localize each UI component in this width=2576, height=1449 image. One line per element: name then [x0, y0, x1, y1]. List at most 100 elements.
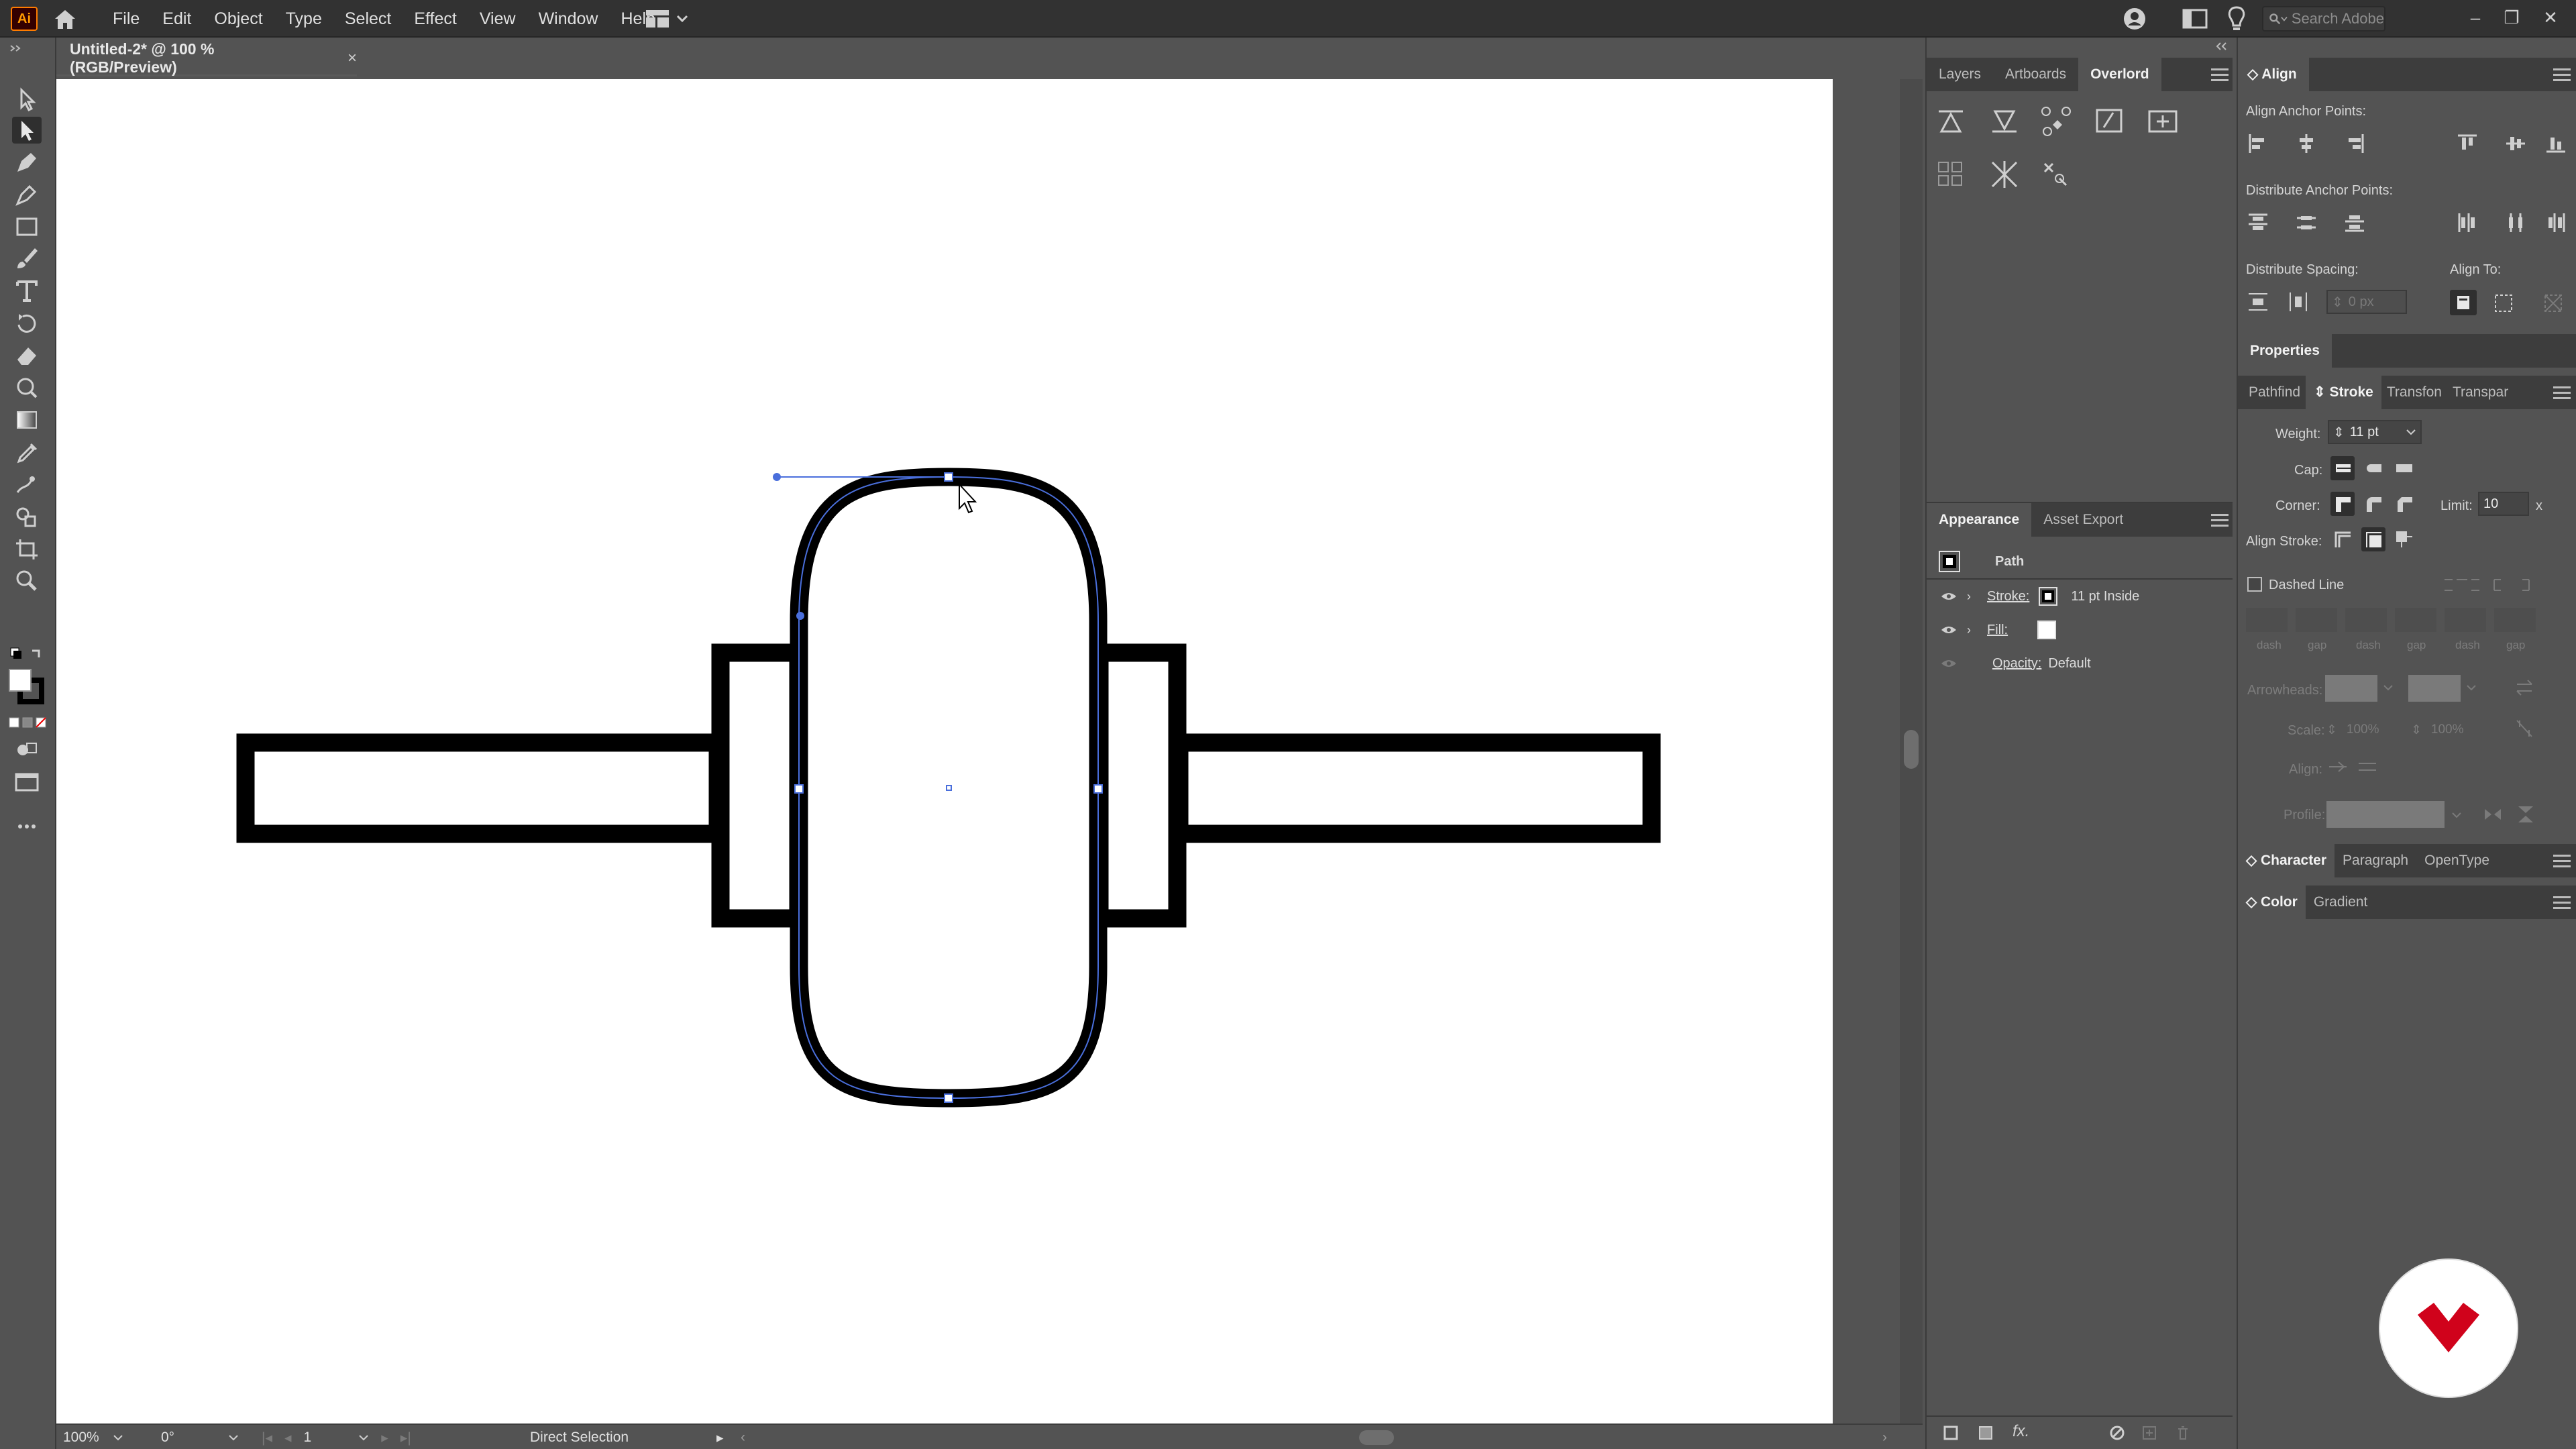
next-artboard-icon[interactable]: ▸ — [381, 1430, 388, 1446]
pen-tool-icon[interactable] — [12, 149, 42, 176]
close-tab-icon[interactable]: × — [347, 49, 357, 68]
artwork[interactable] — [56, 79, 1833, 1425]
overlord-pick-icon[interactable] — [2039, 158, 2072, 191]
scroll-right-icon[interactable]: › — [1882, 1428, 1887, 1448]
zoom-level-field[interactable]: 100% — [63, 1428, 137, 1448]
expand-fill-icon[interactable]: › — [1967, 623, 1971, 637]
scroll-left-icon[interactable]: ‹ — [741, 1428, 745, 1448]
gradient-tool-icon[interactable] — [12, 407, 42, 433]
vertical-align-top-icon[interactable] — [2455, 131, 2479, 156]
vertical-scrollbar-thumb[interactable] — [1904, 730, 1919, 769]
share-icon[interactable] — [2121, 5, 2148, 32]
close-window-icon[interactable]: ✕ — [2537, 4, 2564, 31]
fill-swatch[interactable] — [2037, 621, 2057, 639]
rotation-field[interactable]: 0° — [161, 1428, 248, 1448]
overlord-unlink-icon[interactable] — [1988, 158, 2021, 191]
menu-select[interactable]: Select — [345, 9, 391, 29]
direction-handle-point[interactable] — [773, 473, 781, 481]
eyedropper-tool-icon[interactable] — [12, 439, 42, 466]
workspace-switcher[interactable] — [645, 8, 696, 30]
right-collar-shape[interactable] — [1090, 643, 1187, 928]
shape-builder-tool-icon[interactable] — [12, 503, 42, 530]
anchor-point-bottom[interactable] — [944, 1093, 953, 1103]
panel-menu-icon[interactable] — [2211, 514, 2229, 527]
restore-icon[interactable]: ❐ — [2498, 4, 2525, 31]
distribute-bottom-icon[interactable] — [2343, 211, 2367, 235]
align-to-key-object-button[interactable] — [2450, 290, 2477, 315]
opacity-label[interactable]: Opacity: — [1992, 656, 2041, 672]
more-tools-icon[interactable] — [12, 813, 42, 840]
push-to-overlord-icon[interactable] — [1935, 105, 1967, 137]
panel-menu-icon[interactable] — [2553, 386, 2571, 400]
toolbar-collapse-icon[interactable] — [9, 44, 23, 52]
tab-opentype[interactable]: OpenType — [2416, 844, 2498, 877]
vertical-distribute-space-icon[interactable] — [2246, 290, 2270, 314]
zoom-tool-icon[interactable] — [12, 568, 42, 594]
visibility-eye-icon[interactable] — [1940, 591, 1957, 602]
overlord-connect-icon[interactable] — [2039, 105, 2076, 141]
rotate-tool-icon[interactable] — [12, 310, 42, 337]
visibility-eye-icon[interactable] — [1940, 625, 1957, 635]
menu-type[interactable]: Type — [286, 9, 322, 29]
weight-input[interactable]: ⇕ 11 pt — [2328, 420, 2422, 444]
center-capsule-path[interactable] — [790, 468, 1108, 1108]
previous-artboard-icon[interactable]: ◂ — [284, 1430, 292, 1446]
tab-transparency[interactable]: Transpar — [2447, 376, 2514, 409]
curvature-tool-icon[interactable] — [12, 181, 42, 208]
dashed-line-checkbox[interactable] — [2247, 577, 2262, 592]
panel-menu-icon[interactable] — [2553, 896, 2571, 910]
horizontal-align-center-icon[interactable] — [2294, 131, 2318, 156]
search-input[interactable]: Search Adobe — [2262, 6, 2385, 32]
arrange-documents-icon[interactable] — [2182, 7, 2208, 31]
paintbrush-tool-icon[interactable] — [12, 246, 42, 272]
appearance-stroke-row[interactable]: › Stroke: 11 pt Inside — [1929, 580, 2229, 613]
tab-stroke[interactable]: ⇕ Stroke — [2306, 376, 2381, 409]
expand-stroke-icon[interactable]: › — [1967, 590, 1971, 604]
left-collar-shape[interactable] — [711, 643, 808, 928]
lightbulb-icon[interactable] — [2224, 5, 2249, 32]
last-artboard-icon[interactable]: ▸| — [400, 1430, 411, 1446]
fill-stroke-swatches[interactable] — [8, 668, 46, 706]
bevel-join-button[interactable] — [2392, 492, 2416, 516]
appearance-object-row[interactable]: Path — [1929, 545, 2229, 578]
stroke-label[interactable]: Stroke: — [1987, 589, 2029, 604]
anchor-point-right[interactable] — [1093, 784, 1103, 794]
round-cap-button[interactable] — [2361, 456, 2385, 480]
limit-input[interactable]: 10 — [2478, 492, 2529, 516]
menu-view[interactable]: View — [480, 9, 516, 29]
distribute-right-icon[interactable] — [2544, 211, 2568, 235]
color-mode-icons[interactable] — [8, 715, 48, 730]
left-bar-shape[interactable] — [236, 733, 727, 843]
minimize-icon[interactable]: – — [2462, 4, 2489, 31]
horizontal-distribute-space-icon[interactable] — [2286, 290, 2310, 314]
weight-stepper-icon[interactable]: ⇕ — [2333, 424, 2345, 441]
selection-tool-icon[interactable] — [12, 86, 42, 113]
align-stroke-inside-button[interactable] — [2361, 527, 2385, 551]
tab-transform[interactable]: Transfon — [2381, 376, 2447, 409]
artboard-tool-icon[interactable] — [12, 535, 42, 562]
type-tool-icon[interactable] — [12, 278, 42, 305]
first-artboard-icon[interactable]: |◂ — [262, 1430, 272, 1446]
horizontal-align-left-icon[interactable] — [2246, 131, 2270, 156]
document-tab[interactable]: Untitled-2* @ 100 % (RGB/Preview) × — [56, 40, 357, 76]
appearance-opacity-row[interactable]: Opacity: Default — [1929, 647, 2229, 680]
distribute-horizontal-center-icon[interactable] — [2504, 211, 2528, 235]
screen-mode-icon[interactable] — [12, 769, 42, 796]
panel-menu-icon[interactable] — [2211, 68, 2229, 82]
tab-overlord[interactable]: Overlord — [2078, 58, 2161, 91]
panel-menu-icon[interactable] — [2553, 68, 2571, 82]
distribute-vertical-center-icon[interactable] — [2294, 211, 2318, 235]
anchor-point-top[interactable] — [944, 472, 953, 482]
status-menu-arrow-icon[interactable]: ▸ — [716, 1428, 724, 1448]
clear-appearance-icon[interactable] — [2109, 1425, 2125, 1441]
direct-selection-tool-icon[interactable] — [12, 117, 42, 144]
horizontal-scrollbar-thumb[interactable] — [1359, 1430, 1394, 1445]
menu-edit[interactable]: Edit — [162, 9, 191, 29]
add-fill-icon[interactable] — [1978, 1425, 1994, 1441]
butt-cap-button[interactable] — [2330, 456, 2355, 480]
home-icon[interactable] — [52, 7, 78, 32]
vertical-align-center-icon[interactable] — [2504, 131, 2528, 156]
menu-window[interactable]: Window — [539, 9, 598, 29]
projecting-cap-button[interactable] — [2392, 456, 2416, 480]
tab-color[interactable]: ◇ Color — [2238, 885, 2306, 919]
